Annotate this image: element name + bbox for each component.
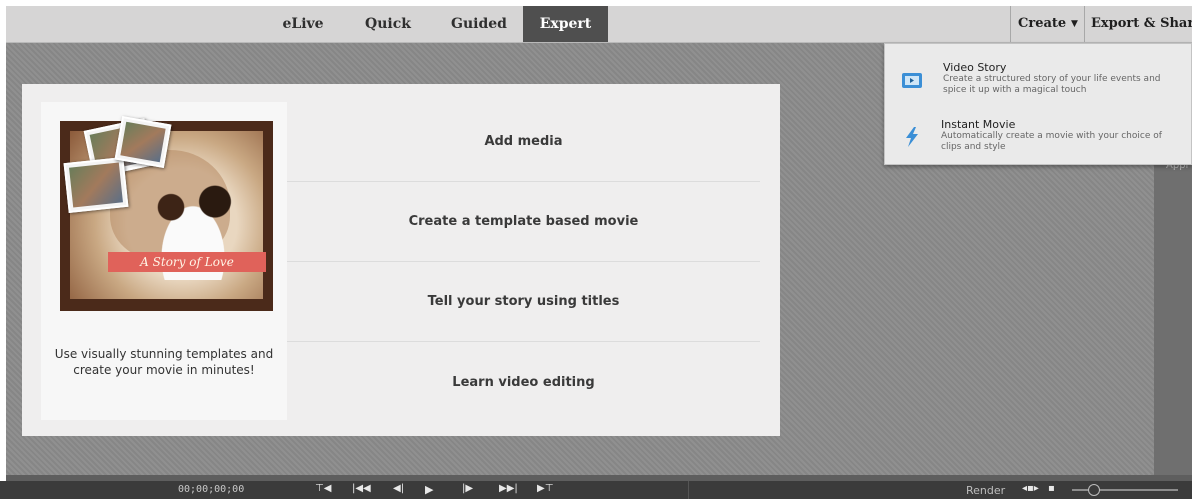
mode-tab-elive[interactable]: eLive	[272, 6, 334, 42]
timecode: 00;00;00;00	[178, 484, 245, 495]
menu-item-description: Create a structured story of your life e…	[943, 74, 1161, 95]
previous-edit-icon[interactable]: |◀◀	[352, 483, 371, 494]
menu-item-title: Instant Movie	[941, 118, 1016, 131]
go-to-end-icon[interactable]: ▶⊤	[537, 483, 553, 494]
step-back-icon[interactable]: ◀|	[393, 483, 404, 494]
menu-item-instant-movie[interactable]: Instant Movie Automatically create a mov…	[885, 118, 1192, 174]
video-story-icon	[902, 73, 922, 88]
menu-item-description: Automatically create a movie with your c…	[941, 131, 1162, 152]
story-titles-option[interactable]: Tell your story using titles	[287, 262, 760, 342]
mode-tab-expert[interactable]: Expert	[523, 6, 608, 42]
menu-item-title: Video Story	[943, 61, 1007, 74]
zoom-slider-handle[interactable]	[1088, 484, 1100, 496]
promo-caption: Use visually stunning templates and crea…	[54, 347, 274, 377]
polaroid-photo	[114, 115, 172, 169]
next-edit-icon[interactable]: ▶▶|	[499, 483, 518, 494]
render-button[interactable]: Render	[966, 484, 1005, 497]
create-button[interactable]: Create ▼	[1010, 6, 1085, 42]
add-media-option[interactable]: Add media	[287, 102, 760, 182]
polaroid-photo	[63, 157, 129, 213]
play-icon[interactable]: ▶	[425, 483, 433, 496]
lightning-icon	[906, 127, 918, 147]
playback-bar: 00;00;00;00 ⊤◀ |◀◀ ◀| ▶ |▶ ▶▶| ▶⊤ Render…	[0, 481, 1192, 499]
welcome-options: Add media Create a template based movie …	[287, 102, 760, 422]
fit-icon[interactable]: ▪	[1048, 483, 1055, 494]
go-to-start-icon[interactable]: ⊤◀	[315, 483, 331, 494]
export-share-button[interactable]: Export & Share	[1084, 6, 1192, 42]
zoom-out-icon[interactable]: ◂▪▸	[1022, 483, 1039, 494]
chevron-down-icon: ▼	[1071, 19, 1078, 29]
mode-tab-guided[interactable]: Guided	[440, 6, 518, 42]
create-dropdown-menu: Video Story Create a structured story of…	[884, 43, 1192, 165]
story-ribbon: A Story of Love	[108, 252, 266, 272]
template-movie-option[interactable]: Create a template based movie	[287, 182, 760, 262]
mode-tab-quick[interactable]: Quick	[356, 6, 420, 42]
menu-item-video-story[interactable]: Video Story Create a structured story of…	[885, 61, 1192, 117]
export-share-label: Export & Share	[1091, 16, 1192, 31]
create-label: Create	[1018, 16, 1067, 31]
divider	[688, 481, 689, 499]
learn-editing-option[interactable]: Learn video editing	[287, 342, 760, 422]
step-forward-icon[interactable]: |▶	[462, 483, 473, 494]
